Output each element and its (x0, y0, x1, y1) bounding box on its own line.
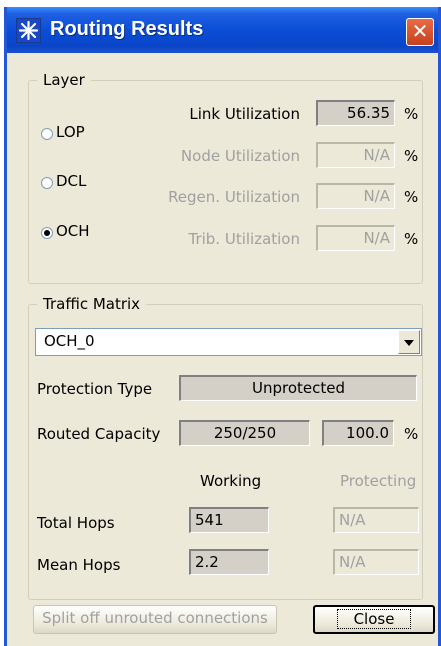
node-utilization-value: N/A (316, 142, 395, 168)
radio-dcl[interactable] (41, 177, 53, 189)
regen-utilization-unit: % (404, 188, 419, 206)
protecting-header: Protecting (340, 472, 417, 490)
mean-hops-protecting: N/A (333, 549, 419, 575)
routing-results-dialog: Routing Results ✕ Layer LOP DCL OCH Link… (4, 7, 441, 646)
mean-hops-working: 2.2 (189, 549, 269, 575)
regen-utilization-label: Regen. Utilization (168, 188, 300, 206)
close-button[interactable]: Close (313, 605, 435, 634)
link-utilization-value: 56.35 (316, 100, 395, 126)
node-utilization-label: Node Utilization (180, 147, 300, 165)
node-utilization-unit: % (404, 147, 419, 165)
protection-type-label: Protection Type (37, 380, 153, 398)
regen-utilization-value: N/A (316, 183, 395, 209)
app-icon (16, 18, 41, 43)
chevron-down-icon[interactable] (398, 330, 420, 354)
layer-legend: Layer (43, 71, 85, 89)
split-unrouted-button[interactable]: Split off unrouted connections (33, 605, 277, 634)
total-hops-working: 541 (189, 507, 269, 533)
link-utilization-label: Link Utilization (189, 105, 300, 123)
link-utilization-unit: % (404, 105, 419, 123)
radio-dcl-label[interactable]: DCL (56, 172, 86, 190)
traffic-matrix-select[interactable]: OCH_0 (35, 328, 422, 356)
routed-capacity-value: 250/250 (179, 420, 310, 446)
routed-capacity-label: Routed Capacity (37, 425, 161, 443)
window-title: Routing Results (50, 18, 204, 40)
radio-lop[interactable] (41, 128, 53, 140)
close-window-icon[interactable]: ✕ (406, 18, 434, 46)
trib-utilization-label: Trib. Utilization (188, 230, 300, 248)
traffic-matrix-legend: Traffic Matrix (43, 295, 141, 313)
total-hops-protecting: N/A (333, 507, 419, 533)
traffic-matrix-selected: OCH_0 (44, 332, 95, 350)
radio-och[interactable] (41, 227, 53, 239)
trib-utilization-unit: % (404, 230, 419, 248)
radio-och-label[interactable]: OCH (56, 222, 90, 240)
total-hops-label: Total Hops (37, 514, 115, 532)
radio-lop-label[interactable]: LOP (56, 123, 85, 141)
title-bar[interactable]: Routing Results ✕ (7, 7, 438, 53)
trib-utilization-value: N/A (316, 225, 395, 251)
routed-capacity-unit: % (404, 425, 419, 443)
routed-capacity-percent: 100.0 (322, 420, 394, 446)
working-header: Working (200, 472, 262, 490)
close-button-label: Close (336, 609, 412, 629)
mean-hops-label: Mean Hops (37, 556, 121, 574)
protection-type-value: Unprotected (179, 375, 417, 401)
